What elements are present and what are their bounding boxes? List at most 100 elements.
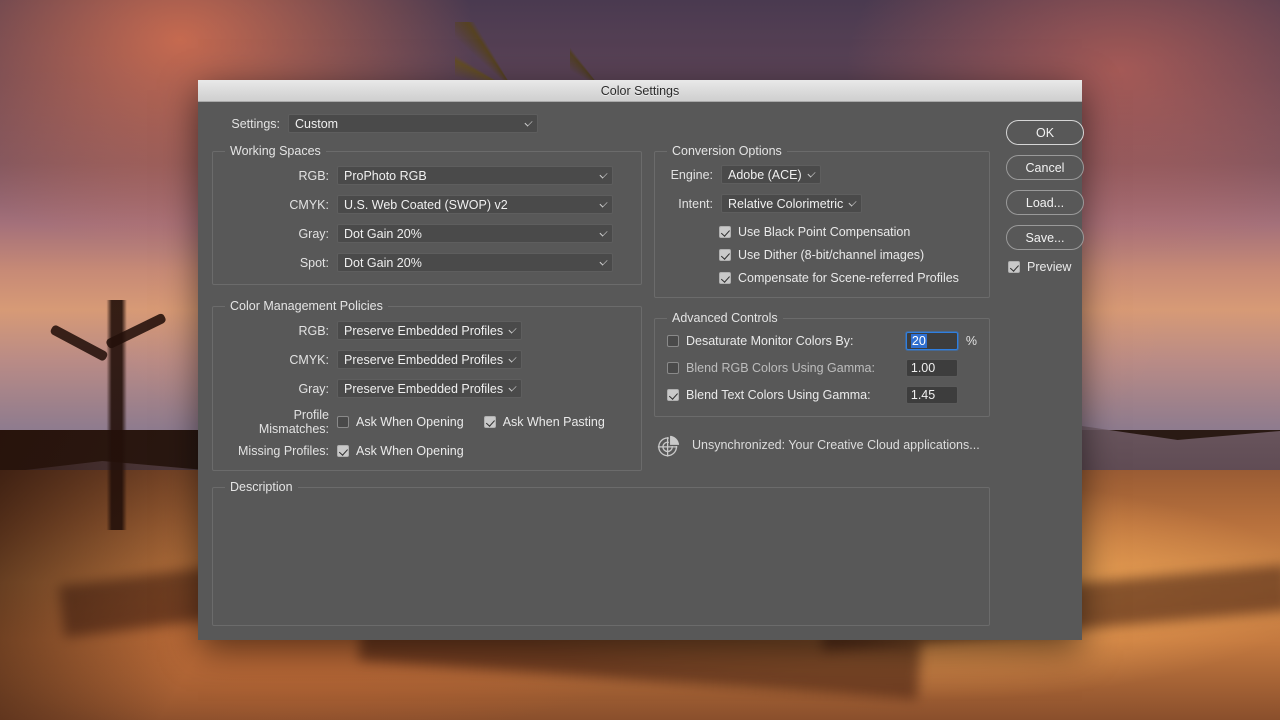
- working-spaces-cmyk-dropdown[interactable]: U.S. Web Coated (SWOP) v2: [337, 195, 613, 214]
- conversion-intent-label: Intent:: [667, 197, 713, 211]
- preview-row: Preview: [1006, 260, 1084, 278]
- blend-rgb-gamma-input[interactable]: 1.00: [906, 359, 958, 377]
- working-spaces-rgb-value: ProPhoto RGB: [344, 169, 427, 183]
- dialog-main-column: Settings: Custom Working Spaces RGB:: [212, 114, 990, 626]
- desaturate-unit-label: %: [966, 334, 977, 348]
- compensate-scene-referred-checkbox[interactable]: Compensate for Scene-referred Profiles: [719, 271, 959, 285]
- missing-ask-when-opening-checkbox[interactable]: Ask When Opening: [337, 444, 464, 458]
- policies-cmyk-dropdown[interactable]: Preserve Embedded Profiles: [337, 350, 522, 369]
- policies-content: RGB: Preserve Embedded Profiles CMYK: Pr…: [213, 307, 641, 470]
- use-black-point-compensation-checkbox[interactable]: Use Black Point Compensation: [719, 225, 910, 239]
- policies-gray-dropdown[interactable]: Preserve Embedded Profiles: [337, 379, 522, 398]
- chevron-down-icon: [599, 199, 607, 207]
- compensate-scene-referred-label: Compensate for Scene-referred Profiles: [738, 271, 959, 285]
- conversion-engine-value: Adobe (ACE): [728, 168, 802, 182]
- desaturate-monitor-colors-label: Desaturate Monitor Colors By:: [686, 334, 853, 348]
- sync-status-message: Unsynchronized: Your Creative Cloud appl…: [692, 438, 980, 452]
- use-black-point-compensation-label: Use Black Point Compensation: [738, 225, 910, 239]
- blend-text-gamma-label: Blend Text Colors Using Gamma:: [686, 388, 871, 402]
- policies-gray-value: Preserve Embedded Profiles: [344, 382, 503, 396]
- dialog-title: Color Settings: [601, 84, 680, 98]
- blend-rgb-gamma-value: 1.00: [911, 361, 935, 375]
- working-spaces-gray-value: Dot Gain 20%: [344, 227, 422, 241]
- working-spaces-gray-dropdown[interactable]: Dot Gain 20%: [337, 224, 613, 243]
- mismatch-ask-when-pasting-label: Ask When Pasting: [503, 415, 605, 429]
- chevron-down-icon: [599, 228, 607, 236]
- chevron-down-icon: [599, 170, 607, 178]
- right-panels: Conversion Options Engine: Adobe (ACE): [654, 141, 990, 471]
- profile-mismatches-row: Profile Mismatches: Ask When Opening Ask…: [227, 408, 627, 436]
- settings-preset-dropdown[interactable]: Custom: [288, 114, 538, 133]
- description-title: Description: [225, 480, 298, 494]
- description-text: [213, 488, 989, 625]
- blend-text-gamma-input[interactable]: 1.45: [906, 386, 958, 404]
- checkbox-box-unchecked-icon: [667, 362, 679, 374]
- advanced-controls-title: Advanced Controls: [667, 311, 783, 325]
- policies-rgb-dropdown[interactable]: Preserve Embedded Profiles: [337, 321, 522, 340]
- advanced-controls-group: Advanced Controls Desaturate Monitor Col…: [654, 318, 990, 417]
- working-spaces-spot-dropdown[interactable]: Dot Gain 20%: [337, 253, 613, 272]
- desaturate-monitor-colors-row: Desaturate Monitor Colors By: 20 %: [667, 332, 977, 350]
- policies-cmyk-label: CMYK:: [227, 353, 329, 367]
- panels-columns: Working Spaces RGB: ProPhoto RGB CMYK: [212, 141, 990, 471]
- use-dither-row: Use Dither (8-bit/channel images): [667, 248, 977, 262]
- mismatch-ask-when-opening-label: Ask When Opening: [356, 415, 464, 429]
- conversion-engine-dropdown[interactable]: Adobe (ACE): [721, 165, 821, 184]
- advanced-controls-content: Desaturate Monitor Colors By: 20 %: [655, 319, 989, 416]
- checkbox-box-checked-icon: [484, 416, 496, 428]
- conversion-intent-row: Intent: Relative Colorimetric: [667, 194, 977, 213]
- wallpaper-joshua-tree: [30, 300, 200, 530]
- policies-title: Color Management Policies: [225, 299, 388, 313]
- working-spaces-group: Working Spaces RGB: ProPhoto RGB CMYK: [212, 151, 642, 285]
- policies-cmyk-value: Preserve Embedded Profiles: [344, 353, 503, 367]
- working-spaces-gray-label: Gray:: [227, 227, 329, 241]
- blend-text-gamma-row: Blend Text Colors Using Gamma: 1.45 %: [667, 386, 977, 404]
- mismatch-ask-when-opening-checkbox[interactable]: Ask When Opening: [337, 415, 464, 429]
- ok-button[interactable]: OK: [1006, 120, 1084, 145]
- conversion-engine-row: Engine: Adobe (ACE): [667, 165, 977, 184]
- settings-row: Settings: Custom: [212, 114, 990, 133]
- description-group: Description: [212, 487, 990, 626]
- conversion-options-group: Conversion Options Engine: Adobe (ACE): [654, 151, 990, 298]
- desaturate-amount-value: 20: [911, 334, 927, 348]
- working-spaces-gray-row: Gray: Dot Gain 20%: [227, 224, 627, 243]
- save-button[interactable]: Save...: [1006, 225, 1084, 250]
- checkbox-box-checked-icon: [667, 389, 679, 401]
- load-button[interactable]: Load...: [1006, 190, 1084, 215]
- working-spaces-title: Working Spaces: [225, 144, 326, 158]
- missing-ask-when-opening-label: Ask When Opening: [356, 444, 464, 458]
- desaturate-monitor-colors-checkbox[interactable]: Desaturate Monitor Colors By:: [667, 334, 906, 348]
- settings-label: Settings:: [222, 117, 280, 131]
- left-panels: Working Spaces RGB: ProPhoto RGB CMYK: [212, 141, 642, 471]
- working-spaces-cmyk-value: U.S. Web Coated (SWOP) v2: [344, 198, 508, 212]
- dialog-titlebar[interactable]: Color Settings: [198, 80, 1082, 102]
- working-spaces-spot-row: Spot: Dot Gain 20%: [227, 253, 627, 272]
- chevron-down-icon: [509, 325, 517, 333]
- working-spaces-cmyk-label: CMYK:: [227, 198, 329, 212]
- cancel-button[interactable]: Cancel: [1006, 155, 1084, 180]
- mismatch-ask-when-pasting-checkbox[interactable]: Ask When Pasting: [484, 415, 605, 429]
- policies-cmyk-row: CMYK: Preserve Embedded Profiles: [227, 350, 627, 369]
- working-spaces-rgb-dropdown[interactable]: ProPhoto RGB: [337, 166, 613, 185]
- color-settings-dialog: Color Settings Settings: Custom Working …: [198, 80, 1082, 640]
- policies-rgb-row: RGB: Preserve Embedded Profiles: [227, 321, 627, 340]
- color-sync-icon: [656, 431, 682, 459]
- blend-rgb-gamma-checkbox[interactable]: Blend RGB Colors Using Gamma:: [667, 361, 906, 375]
- desaturate-amount-input[interactable]: 20: [906, 332, 958, 350]
- preview-checkbox[interactable]: Preview: [1008, 260, 1071, 274]
- chevron-down-icon: [509, 383, 517, 391]
- working-spaces-spot-value: Dot Gain 20%: [344, 256, 422, 270]
- scene-referred-row: Compensate for Scene-referred Profiles: [667, 271, 977, 285]
- checkbox-box-checked-icon: [719, 226, 731, 238]
- blend-text-gamma-value: 1.45: [911, 388, 935, 402]
- blend-rgb-gamma-row: Blend RGB Colors Using Gamma: 1.00 %: [667, 359, 977, 377]
- chevron-down-icon: [849, 198, 857, 206]
- profile-mismatches-label: Profile Mismatches:: [227, 408, 329, 436]
- use-dither-checkbox[interactable]: Use Dither (8-bit/channel images): [719, 248, 924, 262]
- conversion-engine-label: Engine:: [667, 168, 713, 182]
- conversion-options-content: Engine: Adobe (ACE) Intent: Relative Col…: [655, 152, 989, 297]
- checkbox-box-checked-icon: [337, 445, 349, 457]
- conversion-intent-dropdown[interactable]: Relative Colorimetric: [721, 194, 862, 213]
- settings-preset-value: Custom: [295, 117, 338, 131]
- blend-text-gamma-checkbox[interactable]: Blend Text Colors Using Gamma:: [667, 388, 906, 402]
